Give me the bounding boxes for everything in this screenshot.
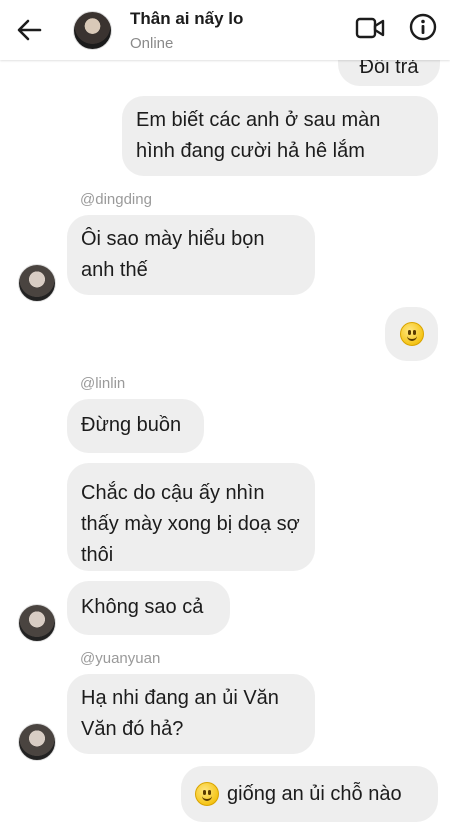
message-bubble-outgoing[interactable] [385, 307, 438, 361]
message-text: giống an ủi chỗ nào [227, 782, 402, 805]
online-status: Online [130, 35, 174, 52]
message-bubble-incoming[interactable]: Hạ nhi đang an ủi Văn Văn đó hả? [67, 674, 315, 754]
arrow-left-icon [17, 19, 42, 41]
message-bubble-outgoing[interactable]: giống an ủi chỗ nào [181, 766, 438, 822]
message-text: Không sao cả [81, 596, 204, 618]
group-avatar[interactable] [73, 11, 112, 50]
message-text: Đừng buồn [81, 414, 182, 436]
message-text: Hạ nhi đang an ủi Văn Văn đó hả? [81, 687, 279, 740]
chat-title[interactable]: Thân ai nấy lo [130, 9, 243, 29]
avatar[interactable] [18, 604, 56, 642]
video-camera-icon [355, 17, 385, 39]
smiley-emoji-icon [195, 782, 219, 806]
message-text: Ôi sao mày hiểu bọn anh thế [81, 228, 265, 281]
chat-header: Thân ai nấy lo Online [0, 0, 450, 60]
back-button[interactable] [14, 16, 44, 44]
avatar[interactable] [18, 264, 56, 302]
message-bubble-incoming[interactable]: Đừng buồn [67, 399, 204, 453]
avatar[interactable] [18, 723, 56, 761]
smiley-emoji-icon [399, 322, 424, 346]
info-button[interactable] [409, 13, 437, 41]
info-icon [409, 13, 437, 41]
message-bubble-incoming[interactable]: Chắc do cậu ấy nhìn thấy mày xong bị doạ… [67, 463, 315, 571]
message-text: Chắc do cậu ấy nhìn thấy mày xong bị doạ… [81, 482, 300, 566]
sender-name: @linlin [80, 375, 126, 392]
sender-name: @yuanyuan [80, 650, 161, 667]
message-bubble-incoming[interactable]: Không sao cả [67, 581, 230, 635]
message-text: Em biết các anh ở sau màn hình đang cười… [136, 109, 381, 162]
video-call-button[interactable] [355, 15, 385, 41]
sender-name: @dingding [80, 191, 152, 208]
message-bubble-incoming[interactable]: Ôi sao mày hiểu bọn anh thế [67, 215, 315, 295]
message-bubble-outgoing[interactable]: Em biết các anh ở sau màn hình đang cười… [122, 96, 438, 176]
